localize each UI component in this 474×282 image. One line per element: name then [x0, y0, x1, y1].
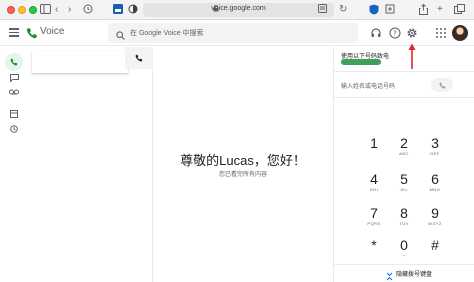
main-menu-icon[interactable] — [9, 28, 19, 37]
number-input[interactable]: 输入姓名或电话号码 — [341, 81, 395, 90]
collapse-dialpad-icon[interactable] — [386, 268, 393, 281]
forward-icon[interactable]: › — [68, 4, 71, 16]
hide-dialpad-button[interactable]: 隐藏拨号键盘 — [396, 269, 432, 278]
google-apps-icon[interactable] — [436, 28, 446, 38]
nav-archive-icon[interactable] — [7, 107, 21, 121]
list-header-card[interactable] — [32, 51, 128, 73]
main-content: 尊敬的Lucas，您好！ 您已看完所有内容 — [153, 47, 333, 282]
reader-icon[interactable] — [318, 4, 328, 15]
tab-overview-icon[interactable] — [454, 4, 465, 18]
search-bar[interactable]: 在 Google Voice 中搜索 — [108, 23, 358, 43]
dialpad-key-0[interactable]: 0 + — [389, 237, 419, 264]
extension-icon[interactable] — [113, 4, 123, 18]
share-icon[interactable] — [419, 3, 428, 19]
empty-state-text: 您已看完所有内容 — [218, 172, 267, 178]
app-name: Voice — [40, 26, 65, 37]
browser-toolbar: ‹ › voice.google.com ↻ + — [0, 0, 474, 20]
avatar[interactable] — [452, 25, 468, 41]
greeting-heading: 尊敬的Lucas，您好！ — [180, 153, 306, 168]
close-window-button[interactable] — [7, 6, 15, 14]
caller-id-selector[interactable] — [341, 59, 381, 65]
dialpad-key-7[interactable]: 7 PQRS — [359, 205, 389, 232]
dialpad-key-star[interactable]: * — [359, 237, 389, 264]
nav-calls-icon[interactable] — [5, 53, 23, 71]
make-call-button[interactable] — [125, 47, 153, 69]
back-icon[interactable]: ‹ — [55, 4, 58, 16]
side-nav — [0, 47, 28, 282]
svg-text:?: ? — [393, 30, 397, 38]
dial-call-button[interactable] — [431, 78, 453, 92]
dialpad-key-2[interactable]: 2 ABC — [389, 135, 419, 162]
help-icon[interactable]: ? — [389, 26, 403, 40]
app-header: Voice 在 Google Voice 中搜索 ? — [0, 20, 474, 46]
dialer-panel: 使用以下号码致电 输入姓名或电话号码 1 2 ABC 3 DEF 4 GHI 5 JKL… — [333, 47, 474, 282]
dark-mode-extension-icon[interactable] — [128, 4, 138, 18]
address-bar[interactable]: voice.google.com — [143, 3, 334, 17]
divider — [334, 97, 474, 98]
dialpad-key-6[interactable]: 6 MNO — [420, 171, 450, 198]
zoom-window-button[interactable] — [29, 6, 37, 14]
dialpad-key-1[interactable]: 1 — [359, 135, 389, 162]
voice-logo-icon[interactable] — [26, 26, 38, 39]
nav-history-icon[interactable] — [7, 122, 21, 136]
extension-puzzle-icon[interactable] — [385, 4, 395, 18]
settings-gear-icon[interactable] — [406, 26, 420, 40]
search-input[interactable]: 在 Google Voice 中搜索 — [130, 28, 204, 38]
dialpad-key-9[interactable]: 9 WXYZ — [420, 205, 450, 232]
dialpad-key-3[interactable]: 3 DEF — [420, 135, 450, 162]
shield-extension-icon[interactable] — [369, 4, 379, 19]
nav-messages-icon[interactable] — [7, 71, 21, 85]
headset-support-icon[interactable] — [370, 26, 384, 40]
url-text: voice.google.com — [211, 5, 266, 12]
dialpad-key-hash[interactable]: # — [420, 237, 450, 264]
dialpad-key-4[interactable]: 4 GHI — [359, 171, 389, 198]
new-tab-icon[interactable]: + — [437, 4, 443, 16]
sidebar-toggle-icon[interactable] — [40, 4, 51, 18]
divider — [334, 71, 474, 72]
refresh-icon[interactable]: ↻ — [339, 4, 347, 16]
minimize-window-button[interactable] — [18, 6, 26, 14]
divider — [334, 264, 474, 265]
privacy-report-icon[interactable] — [83, 4, 93, 18]
search-icon[interactable] — [116, 27, 127, 40]
conversation-list — [28, 47, 153, 282]
dialpad-key-5[interactable]: 5 JKL — [389, 171, 419, 198]
dialpad-key-8[interactable]: 8 TUV — [389, 205, 419, 232]
nav-voicemail-icon[interactable] — [7, 85, 21, 99]
